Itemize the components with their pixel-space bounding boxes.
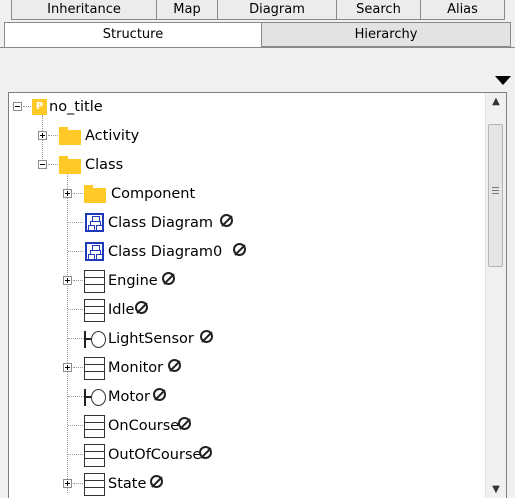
prohibited-icon (178, 417, 191, 430)
tree-node-label: Motor (108, 389, 150, 405)
class-icon (84, 299, 105, 322)
tree-branch-line (68, 309, 83, 310)
model-browser-window: Inheritance Map Diagram Search Alias Str… (0, 0, 515, 498)
expand-toggle[interactable] (63, 363, 72, 372)
tree-node-motor[interactable]: Motor (9, 383, 487, 412)
prohibited-icon (153, 388, 166, 401)
arrow-down-icon[interactable]: ▼ (486, 479, 506, 498)
tree-node-label: Idle (108, 302, 135, 318)
tree-toolbar (0, 47, 515, 94)
interface-icon (84, 389, 106, 406)
tree-node-monitor[interactable]: Monitor (9, 354, 487, 383)
tree-branch-line (48, 164, 58, 165)
tree-branch-line (68, 425, 83, 426)
tab-row-top: Inheritance Map Diagram Search Alias (0, 0, 515, 22)
tree-node-class[interactable]: Class (9, 151, 487, 180)
tree-node-label: Activity (85, 128, 140, 144)
arrow-up-icon[interactable]: ▲ (486, 93, 506, 113)
tree-node-label: LightSensor (108, 331, 194, 347)
folder-icon (84, 185, 106, 203)
tab-structure[interactable]: Structure (4, 22, 262, 47)
class-icon (84, 473, 105, 496)
tree-node-label: Monitor (108, 360, 164, 376)
tree-node-label: OutOfCourse (108, 447, 202, 463)
tree-node-lightsensor[interactable]: LightSensor (9, 325, 487, 354)
prohibited-icon (220, 214, 233, 227)
tree-branch-line (48, 135, 58, 136)
tree-node-engine[interactable]: Engine (9, 267, 487, 296)
class-diagram-icon (85, 213, 104, 232)
tree-node-class-diagram0[interactable]: Class Diagram0 (9, 238, 487, 267)
tree-branch-line (68, 396, 84, 397)
prohibited-icon (199, 446, 212, 459)
tree-node-component[interactable]: Component (9, 180, 487, 209)
tab-hierarchy[interactable]: Hierarchy (261, 22, 511, 47)
tab-alias[interactable]: Alias (420, 0, 505, 20)
tree-branch-line (73, 193, 83, 194)
tab-map[interactable]: Map (156, 0, 218, 20)
tab-diagram[interactable]: Diagram (217, 0, 337, 20)
prohibited-icon (233, 243, 246, 256)
prohibited-icon (168, 359, 181, 372)
tree-node-label: Class Diagram0 (108, 244, 223, 260)
prohibited-icon (135, 301, 148, 314)
tree-node-label: OnCourse (108, 418, 180, 434)
tree-branch-line (23, 106, 31, 107)
tab-row-bottom: Structure Hierarchy (0, 22, 515, 47)
tree-node-label: State (108, 476, 147, 492)
tree-node-activity[interactable]: Activity (9, 122, 487, 151)
class-icon (84, 357, 105, 380)
prohibited-icon (162, 272, 175, 285)
tree-node-root[interactable]: P no_title (9, 93, 487, 122)
tree-node-label: Class (85, 157, 124, 173)
tree-node-state[interactable]: State (9, 470, 487, 498)
class-icon (84, 270, 105, 293)
tree-node-outofcourse[interactable]: OutOfCourse (9, 441, 487, 470)
tree-node-oncourse[interactable]: OnCourse (9, 412, 487, 441)
prohibited-icon (150, 475, 163, 488)
scrollbar-thumb[interactable] (488, 124, 503, 267)
tree-branch-line (68, 338, 84, 339)
tree-node-label: Component (111, 186, 196, 202)
interface-icon (84, 331, 106, 348)
tab-search[interactable]: Search (336, 0, 421, 20)
folder-icon (59, 156, 81, 174)
triangle-down-icon[interactable] (495, 76, 511, 85)
prohibited-icon (200, 330, 213, 343)
collapse-toggle[interactable] (38, 160, 47, 169)
tree-node-label: no_title (49, 99, 103, 115)
tree-branch-line (73, 280, 83, 281)
tree-branch-line (68, 251, 83, 252)
package-icon: P (32, 99, 47, 115)
expand-toggle[interactable] (38, 131, 47, 140)
tree-node-label: Engine (108, 273, 158, 289)
class-diagram-icon (85, 242, 104, 261)
expand-toggle[interactable] (63, 189, 72, 198)
expand-toggle[interactable] (63, 479, 72, 488)
expand-toggle[interactable] (63, 276, 72, 285)
tree-branch-line (73, 483, 83, 484)
tree-node-class-diagram[interactable]: Class Diagram (9, 209, 487, 238)
tree-branch-line (68, 222, 83, 223)
tree-node-idle[interactable]: Idle (9, 296, 487, 325)
tree-node-label: Class Diagram (108, 215, 214, 231)
tab-inheritance[interactable]: Inheritance (11, 0, 157, 20)
vertical-scrollbar[interactable]: ▲ ▼ (485, 93, 506, 498)
class-icon (84, 415, 105, 438)
collapse-toggle[interactable] (13, 102, 22, 111)
class-icon (84, 444, 105, 467)
tree-branch-line (68, 454, 83, 455)
grip-icon (492, 187, 499, 194)
tree-branch-line (73, 367, 83, 368)
structure-tree-panel: P no_title Activity Class Component Clas… (8, 92, 507, 498)
structure-tree[interactable]: P no_title Activity Class Component Clas… (9, 93, 487, 498)
folder-icon (59, 127, 81, 145)
